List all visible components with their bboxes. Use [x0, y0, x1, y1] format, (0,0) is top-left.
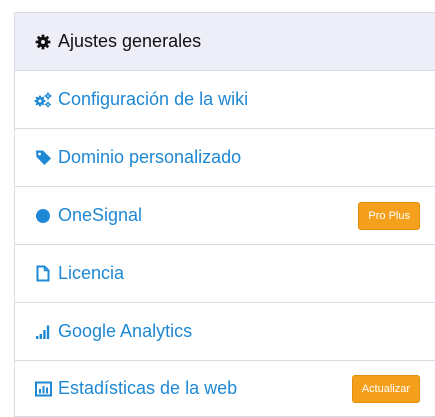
signal-bars-icon [34, 323, 52, 341]
menu-item-label: OneSignal [58, 205, 143, 225]
menu-item-licencia[interactable]: Licencia [15, 245, 435, 303]
settings-menu: Ajustes generales Configuración de la wi… [14, 12, 435, 417]
menu-item-label: Dominio personalizado [58, 147, 242, 167]
actualizar-badge[interactable]: Actualizar [351, 374, 420, 403]
document-icon [34, 265, 52, 283]
menu-item-estadisticas-web[interactable]: Estadísticas de la web Actualizar [15, 361, 435, 417]
menu-item-label: Ajustes generales [58, 31, 202, 51]
menu-item-label: Configuración de la wiki [58, 89, 249, 109]
menu-item-label: Estadísticas de la web [58, 378, 238, 398]
menu-item-dominio-personalizado[interactable]: Dominio personalizado [15, 129, 435, 187]
pro-plus-badge[interactable]: Pro Plus [358, 201, 420, 230]
menu-item-onesignal[interactable]: OneSignal Pro Plus [15, 187, 435, 245]
menu-item-label: Google Analytics [58, 321, 193, 341]
menu-item-google-analytics[interactable]: Google Analytics [15, 303, 435, 361]
tag-icon [34, 149, 52, 167]
bar-chart-icon [34, 380, 52, 398]
gear-icon [34, 33, 52, 51]
menu-item-configuracion-wiki[interactable]: Configuración de la wiki [15, 71, 435, 129]
menu-item-ajustes-generales[interactable]: Ajustes generales [15, 13, 435, 71]
circle-icon [34, 207, 52, 225]
gears-icon [34, 91, 52, 109]
menu-item-label: Licencia [58, 263, 125, 283]
